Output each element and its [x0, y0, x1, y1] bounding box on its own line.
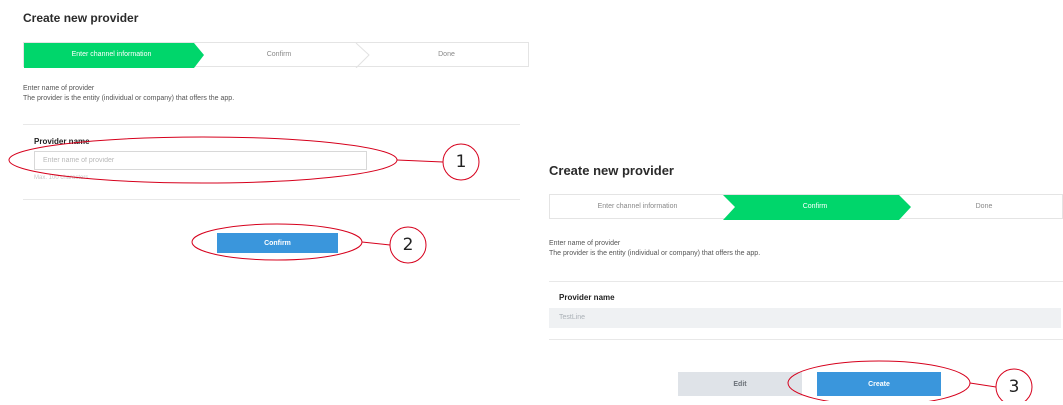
annotation-overlay — [8, 136, 1033, 401]
callout-line-2 — [361, 241, 391, 246]
highlight-ellipse-2 — [191, 223, 363, 261]
highlight-ellipse-3 — [787, 360, 971, 401]
callout-number-3: 3 — [1008, 377, 1020, 397]
callout-number-1: 1 — [455, 152, 467, 172]
callout-line-1 — [396, 159, 444, 163]
callout-number-2: 2 — [402, 235, 414, 255]
highlight-ellipse-1 — [8, 136, 398, 184]
callout-line-3 — [969, 382, 997, 388]
